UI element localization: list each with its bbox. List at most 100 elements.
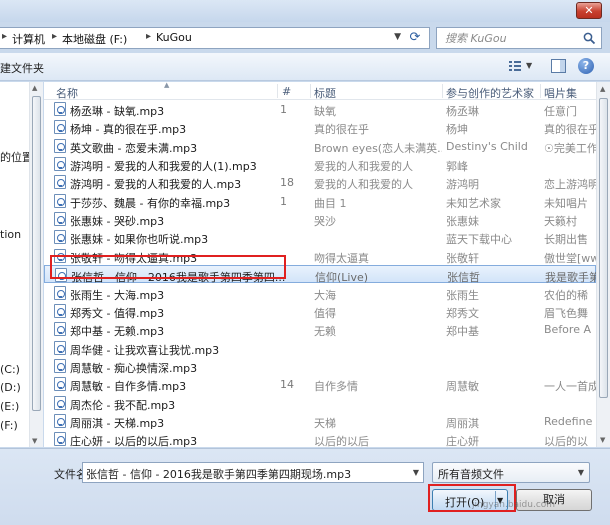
new-folder-button[interactable]: 建文件夹 — [0, 60, 44, 76]
help-icon[interactable]: ? — [578, 58, 594, 74]
file-row[interactable]: 周华健 - 让我欢喜让我忧.mp3 — [44, 339, 596, 357]
file-name: 张惠妹 - 如果你也听说.mp3 — [70, 233, 209, 247]
preview-pane-icon[interactable] — [551, 59, 566, 73]
column-artist[interactable]: 参与创作的艺术家 — [446, 85, 534, 101]
audio-file-icon — [54, 120, 66, 135]
file-row[interactable]: 张惠妹 - 如果你也听说.mp3 蓝天下载中心 长期出售 — [44, 228, 596, 246]
column-headers: 名称 ▲ # 标题 参与创作的艺术家 唱片集 — [44, 82, 610, 100]
track-artist: 未知艺术家 — [446, 196, 501, 210]
track-artist: 游鸿明 — [446, 178, 479, 192]
track-album: Redefine — [544, 414, 593, 428]
track-album: 真的很在乎 — [544, 123, 596, 137]
track-title: 哭沙 — [314, 215, 336, 229]
file-row[interactable]: 杨坤 - 真的很在乎.mp3 真的很在乎 杨坤 真的很在乎 — [44, 118, 596, 136]
refresh-icon[interactable]: ⟳ — [405, 29, 425, 47]
nav-item-drive-c[interactable]: (C:) — [0, 363, 20, 376]
audio-file-icon — [54, 157, 66, 172]
breadcrumb-computer[interactable]: 计算机 — [12, 31, 45, 47]
file-list-scrollbar[interactable]: ▲ ▼ — [596, 82, 610, 447]
file-row[interactable]: 杨丞琳 - 缺氧.mp3 1 缺氧 杨丞琳 任意门 — [44, 100, 596, 118]
column-title[interactable]: 标题 — [314, 85, 336, 101]
chevron-right-icon[interactable]: ▸ — [52, 31, 57, 42]
file-row[interactable]: 周杰伦 - 我不配.mp3 — [44, 394, 596, 412]
scroll-down-icon[interactable]: ▼ — [32, 437, 37, 445]
column-album[interactable]: 唱片集 — [544, 85, 577, 101]
column-divider[interactable] — [540, 84, 541, 98]
track-album: 长期出售 — [544, 233, 588, 247]
toolbar: 建文件夹 ▼ ? — [0, 53, 610, 81]
column-number[interactable]: # — [282, 85, 291, 98]
track-title: 吻得太逼真 — [314, 251, 369, 265]
file-row[interactable]: 张惠妹 - 哭砂.mp3 哭沙 张惠妹 天籁村 — [44, 210, 596, 228]
chevron-down-icon[interactable]: ▼ — [526, 61, 532, 70]
chevron-down-icon[interactable]: ▼ — [394, 32, 401, 42]
track-title: 以后的以后 — [314, 435, 369, 447]
track-artist: Destiny's Child — [446, 139, 528, 153]
file-row[interactable]: 周慧敏 - 自作多情.mp3 14 自作多情 周慧敏 一人一首成 — [44, 375, 596, 393]
track-artist: 郑中基 — [446, 325, 479, 339]
breadcrumb-folder[interactable]: KuGou — [156, 31, 192, 44]
address-bar[interactable]: ▸ 计算机 ▸ 本地磁盘 (F:) ▸ KuGou ▼ ⟳ — [0, 27, 430, 49]
chevron-down-icon[interactable]: ▼ — [578, 468, 584, 477]
track-title: 无赖 — [314, 325, 336, 339]
track-album: 恋上游鸿明 — [544, 178, 596, 192]
view-options-icon[interactable] — [507, 58, 523, 74]
track-number: 18 — [280, 176, 294, 190]
nav-item-location[interactable]: tion — [0, 228, 21, 241]
scroll-down-icon[interactable]: ▼ — [600, 436, 605, 444]
filename-input[interactable]: 张信哲 - 信仰 - 2016我是歌手第四季第四期现场.mp3 ▼ — [82, 462, 424, 483]
breadcrumb-drive[interactable]: 本地磁盘 (F:) — [62, 31, 127, 47]
audio-file-icon — [54, 358, 66, 373]
file-name: 郑中基 - 无赖.mp3 — [70, 325, 165, 339]
file-row[interactable]: 于莎莎、魏晨 - 有你的幸福.mp3 1 曲目 1 未知艺术家 未知唱片 — [44, 192, 596, 210]
track-title: 爱我的人和我爱的人 — [314, 160, 413, 174]
nav-item-drive-f[interactable]: (F:) — [0, 419, 18, 432]
chevron-right-icon[interactable]: ▸ — [2, 31, 7, 42]
audio-file-icon — [54, 193, 66, 208]
file-row[interactable]: 郑秀文 - 值得.mp3 值得 郑秀文 眉飞色舞 — [44, 302, 596, 320]
filetype-select[interactable]: 所有音频文件 ▼ — [432, 462, 590, 483]
audio-file-icon — [55, 268, 67, 283]
track-album: 农伯的稀 — [544, 288, 588, 302]
chevron-right-icon[interactable]: ▸ — [146, 31, 151, 42]
track-album: 眉飞色舞 — [544, 306, 588, 320]
sort-up-icon: ▲ — [164, 82, 170, 89]
file-row[interactable]: 游鸿明 - 爱我的人和我爱的人.mp3 18 爱我的人和我爱的人 游鸿明 恋上游鸿明 — [44, 173, 596, 191]
track-artist: 蓝天下载中心 — [446, 233, 512, 247]
track-number: 14 — [280, 378, 294, 392]
file-row[interactable]: 郑中基 - 无赖.mp3 无赖 郑中基 Before A — [44, 320, 596, 338]
audio-file-icon — [54, 285, 66, 300]
file-row[interactable]: 张雨生 - 大海.mp3 大海 张雨生 农伯的稀 — [44, 284, 596, 302]
search-icon[interactable] — [583, 32, 596, 45]
file-row[interactable]: 游鸿明 - 爱我的人和我爱的人(1).mp3 爱我的人和我爱的人 郭峰 — [44, 155, 596, 173]
nav-scrollbar[interactable]: ▲ ▼ — [29, 82, 43, 447]
file-row[interactable]: 英文歌曲 - 恋爱未满.mp3 Brown eyes(恋人未满英... Destin… — [44, 137, 596, 155]
track-album: 任意门 — [544, 105, 577, 118]
file-name: 于莎莎、魏晨 - 有你的幸福.mp3 — [70, 196, 231, 210]
file-row[interactable]: 张敬轩 - 吻得太逼真.mp3 吻得太逼真 张敬轩 傲世堂[ww — [44, 247, 596, 265]
watermark: jingyan.baidu.com — [472, 500, 556, 510]
track-title: 自作多情 — [314, 380, 358, 394]
column-name[interactable]: 名称 — [56, 85, 78, 101]
close-button[interactable]: ✕ — [576, 2, 602, 19]
track-artist: 张雨生 — [446, 288, 479, 302]
file-list-scroll-thumb[interactable] — [599, 98, 608, 398]
nav-item-drive-d[interactable]: (D:) — [0, 381, 21, 394]
column-divider[interactable] — [442, 84, 443, 98]
search-input[interactable] — [443, 30, 573, 46]
filetype-value: 所有音频文件 — [438, 468, 504, 481]
file-row[interactable]: 周慧敏 - 痴心换情深.mp3 — [44, 357, 596, 375]
chevron-down-icon[interactable]: ▼ — [413, 468, 419, 477]
scroll-up-icon[interactable]: ▲ — [600, 85, 605, 93]
file-name: 杨坤 - 真的很在乎.mp3 — [70, 123, 187, 137]
nav-item-drive-e[interactable]: (E:) — [0, 400, 19, 413]
column-divider[interactable] — [310, 84, 311, 98]
nav-scroll-thumb[interactable] — [32, 96, 41, 411]
file-row[interactable]: 张信哲 - 信仰 - 2016我是歌手第四季第四... 信仰(Live) 张信哲 我是… — [44, 265, 597, 284]
track-artist: 张惠妹 — [446, 215, 479, 229]
file-name: 张惠妹 - 哭砂.mp3 — [70, 215, 165, 229]
file-row[interactable]: 周丽淇 - 天梯.mp3 天梯 周丽淇 Redefine — [44, 412, 596, 430]
column-divider[interactable] — [277, 84, 278, 98]
file-row[interactable]: 庄心妍 - 以后的以后.mp3 以后的以后 庄心妍 以后的以 — [44, 430, 596, 447]
scroll-up-icon[interactable]: ▲ — [32, 84, 37, 92]
